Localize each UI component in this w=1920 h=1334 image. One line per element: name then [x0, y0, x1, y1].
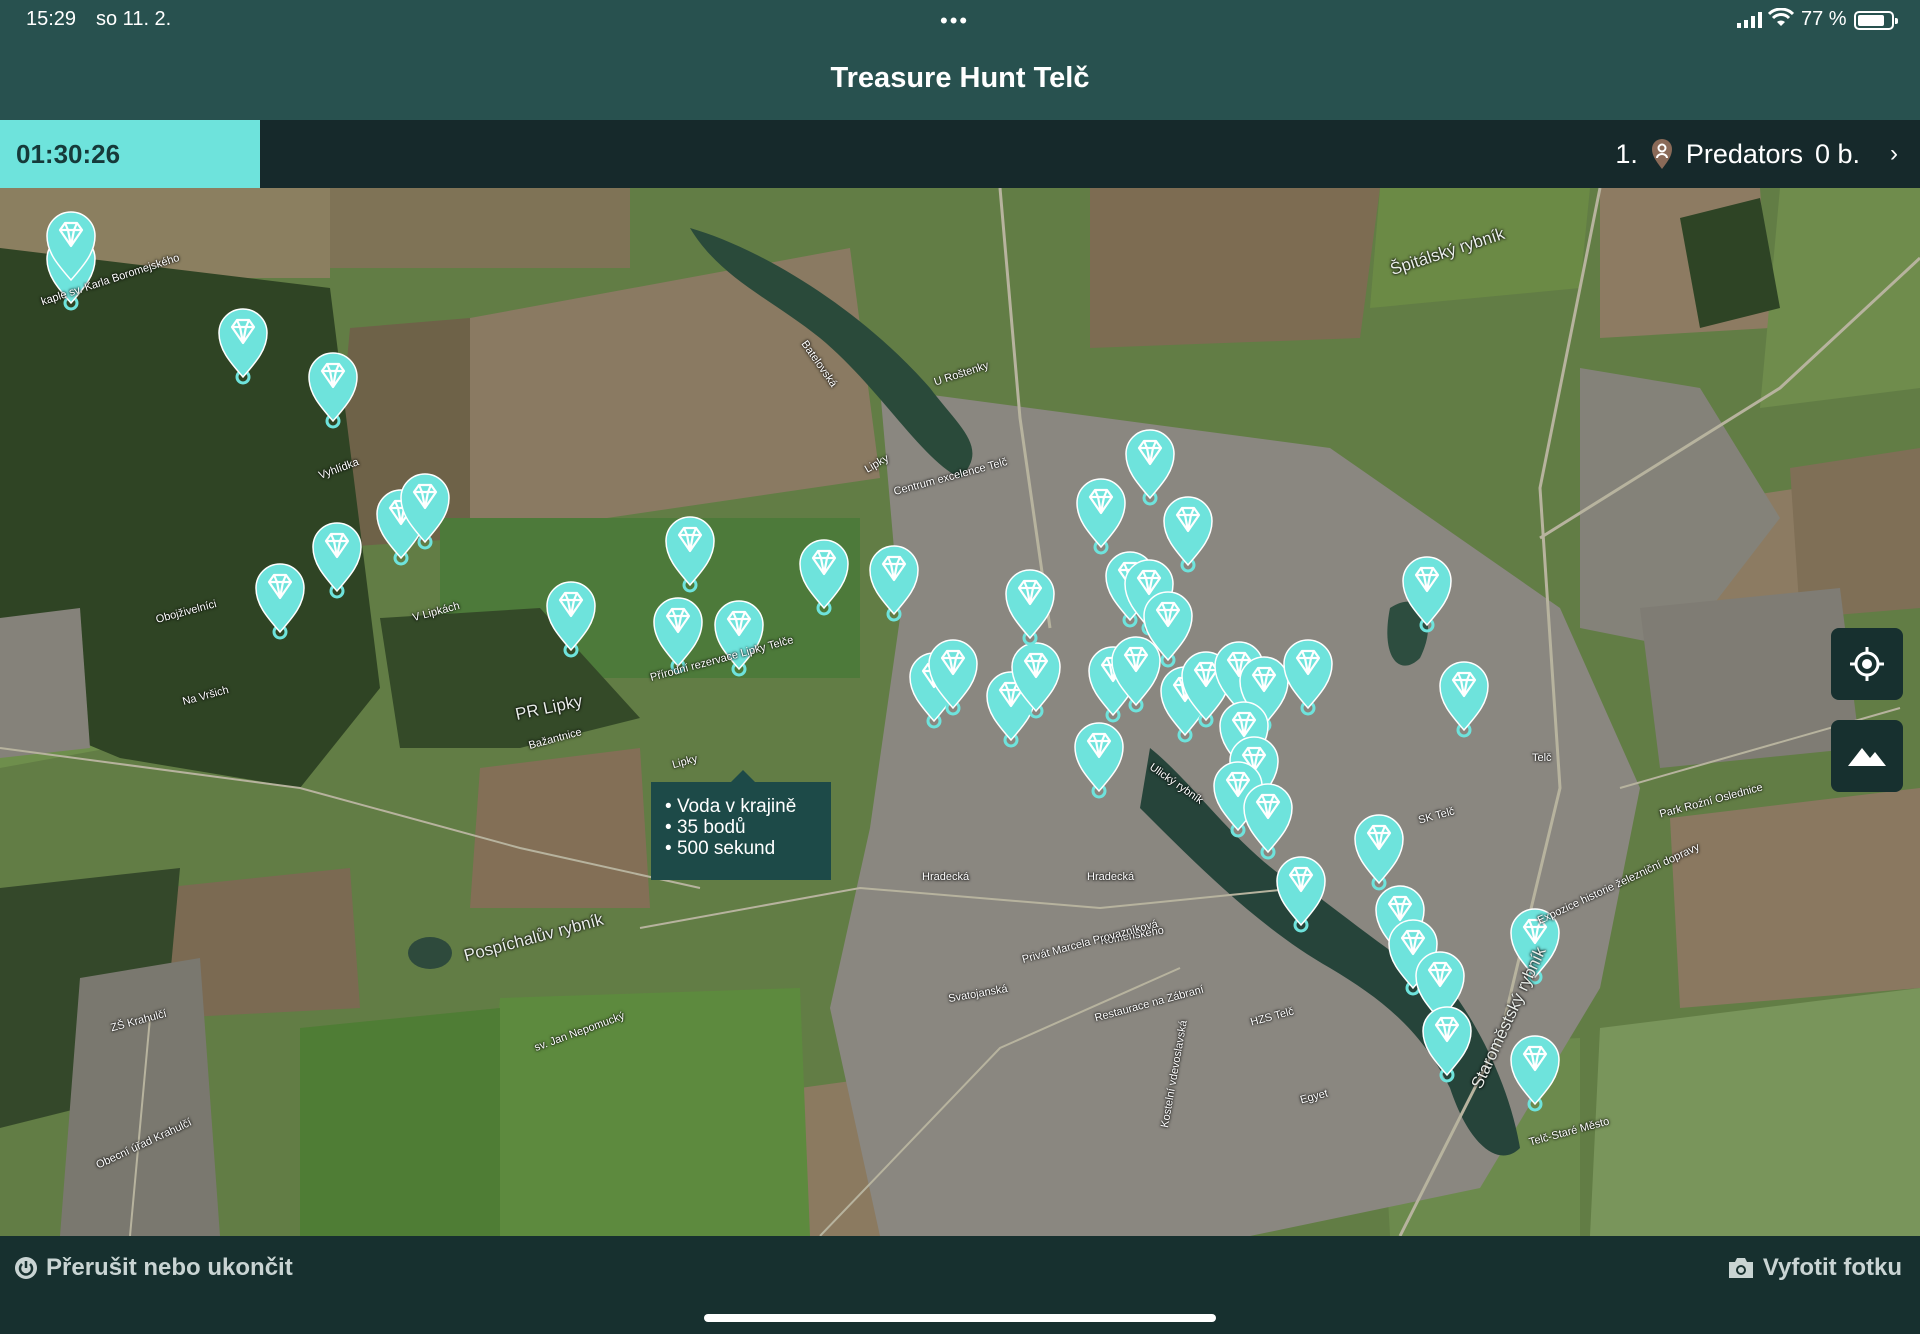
treasure-marker[interactable]	[1351, 811, 1407, 891]
diamond-pin-icon	[1510, 1035, 1560, 1112]
diamond-pin-icon	[1276, 856, 1326, 933]
treasure-marker[interactable]	[1108, 633, 1164, 713]
treasure-marker[interactable]	[1073, 475, 1129, 555]
map-label: Hradecká	[922, 871, 970, 883]
diamond-pin-icon	[308, 352, 358, 429]
treasure-marker[interactable]	[866, 542, 922, 622]
quit-label: Přerušit nebo ukončit	[46, 1254, 293, 1281]
chevron-right-icon: ›	[1890, 140, 1898, 167]
map-view[interactable]: kaple sv. Karla Boromejského Vyhlídka Ob…	[0, 188, 1920, 1236]
game-timer: 01:30:26	[0, 120, 260, 188]
diamond-pin-icon	[1005, 569, 1055, 646]
team-score: 0 b.	[1814, 138, 1860, 169]
treasure-marker[interactable]	[662, 513, 718, 593]
treasure-marker[interactable]	[215, 305, 271, 385]
diamond-pin-icon	[799, 539, 849, 616]
tooltip-time: 500 sekund	[665, 838, 821, 859]
diamond-pin-icon	[665, 516, 715, 593]
tooltip-title: Voda v krajině	[665, 796, 821, 817]
map-label: Telč	[1532, 752, 1552, 764]
diamond-pin-icon	[312, 522, 362, 599]
treasure-marker[interactable]	[252, 560, 308, 640]
wifi-icon	[1768, 8, 1794, 26]
home-indicator[interactable]	[704, 1314, 1216, 1322]
camera-icon	[1728, 1258, 1753, 1278]
status-date: so 11. 2.	[96, 8, 172, 30]
diamond-pin-icon	[255, 563, 305, 640]
diamond-pin-icon	[1243, 783, 1293, 860]
treasure-marker[interactable]	[309, 519, 365, 599]
battery-icon	[1854, 11, 1898, 30]
treasure-marker[interactable]	[305, 349, 361, 429]
cellular-signal-icon	[1737, 12, 1762, 28]
treasure-marker[interactable]	[1419, 1003, 1475, 1083]
treasure-marker[interactable]	[1273, 853, 1329, 933]
diamond-pin-icon	[1439, 661, 1489, 738]
battery-percent: 77 %	[1801, 8, 1847, 30]
treasure-marker[interactable]	[1240, 780, 1296, 860]
diamond-pin-icon	[1076, 478, 1126, 555]
map-layers-button[interactable]	[1831, 720, 1903, 792]
diamond-pin-icon	[928, 639, 978, 716]
diamond-pin-icon	[1422, 1006, 1472, 1083]
bottom-bar: Přerušit nebo ukončit Vyfotit fotku	[0, 1236, 1920, 1334]
mountain-icon	[1848, 748, 1886, 766]
team-pin-icon	[1651, 139, 1672, 169]
treasure-marker[interactable]	[1002, 566, 1058, 646]
quit-button[interactable]: Přerušit nebo ukončit	[14, 1254, 293, 1282]
treasure-marker[interactable]	[1436, 658, 1492, 738]
treasure-marker[interactable]	[1507, 1032, 1563, 1112]
treasure-marker[interactable]	[1071, 719, 1127, 799]
diamond-pin-icon	[546, 581, 596, 658]
treasure-marker[interactable]	[397, 470, 453, 550]
team-name: Predators	[1685, 138, 1803, 169]
tooltip-points: 35 bodů	[665, 817, 821, 838]
game-info-bar: 01:30:26 1. Predators 0 b. ›	[0, 120, 1920, 188]
diamond-pin-icon	[1074, 722, 1124, 799]
photo-label: Vyfotit fotku	[1762, 1254, 1902, 1281]
treasure-marker[interactable]	[1280, 636, 1336, 716]
treasure-marker[interactable]	[1399, 553, 1455, 633]
diamond-pin-icon	[1283, 639, 1333, 716]
map-label: Hradecká	[1087, 871, 1135, 883]
treasure-marker[interactable]	[925, 636, 981, 716]
diamond-pin-icon	[218, 308, 268, 385]
diamond-pin-icon	[1402, 556, 1452, 633]
status-time: 15:29	[26, 8, 77, 30]
treasure-marker[interactable]	[1008, 639, 1064, 719]
team-rank: 1.	[1615, 138, 1638, 169]
status-bar: 15:29 so 11. 2. ••• 77 %	[0, 0, 1920, 40]
diamond-pin-icon	[1354, 814, 1404, 891]
power-icon	[15, 1257, 37, 1279]
marker-tooltip[interactable]: Voda v krajině 35 bodů 500 sekund	[651, 770, 831, 880]
multitask-dots[interactable]: •••	[940, 8, 969, 34]
diamond-pin-icon	[869, 545, 919, 622]
treasure-marker[interactable]	[796, 536, 852, 616]
take-photo-button[interactable]: Vyfotit fotku	[1727, 1254, 1902, 1282]
team-score-button[interactable]: 1. Predators 0 b. ›	[1615, 120, 1898, 188]
diamond-pin-icon	[1111, 636, 1161, 713]
treasure-marker[interactable]	[43, 208, 99, 288]
app-title: Treasure Hunt Telč	[0, 40, 1920, 120]
locate-button[interactable]	[1831, 628, 1903, 700]
crosshair-icon	[1850, 647, 1884, 681]
diamond-pin-icon	[46, 211, 96, 288]
treasure-marker[interactable]	[543, 578, 599, 658]
diamond-pin-icon	[400, 473, 450, 550]
diamond-pin-icon	[1011, 642, 1061, 719]
